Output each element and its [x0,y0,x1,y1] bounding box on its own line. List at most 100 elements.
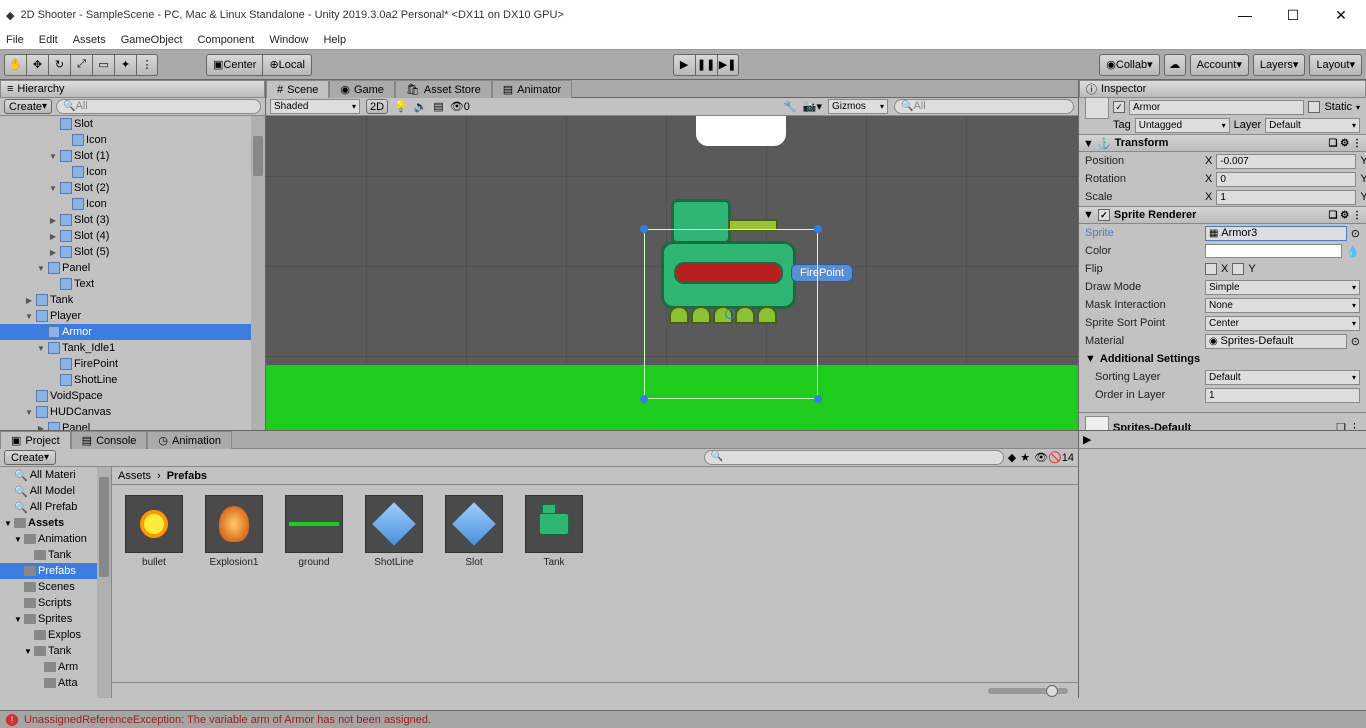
asset-item[interactable]: bullet [122,495,186,568]
tab-animator[interactable]: ▤ Animator [492,80,572,98]
folder-item[interactable]: Atta [0,675,111,691]
project-tree[interactable]: 🔍All Materi🔍All Model🔍All Prefab▼Assets▼… [0,467,112,698]
hand-tool[interactable]: ✋ [4,54,26,76]
fx-icon[interactable]: ▤ [433,100,443,113]
minimize-button[interactable]: — [1230,7,1260,23]
material-picker-icon[interactable]: ⊙ [1351,335,1360,348]
color-field[interactable] [1205,244,1342,258]
tab-game[interactable]: ◉ Game [329,80,395,98]
hierarchy-item[interactable]: Icon [0,196,265,212]
tab-project[interactable]: ▣ Project [0,431,71,449]
hierarchy-create[interactable]: Create ▾ [4,99,52,114]
sprite-field[interactable]: ▦ Armor3 [1205,226,1347,241]
flip-x[interactable] [1205,263,1217,275]
pos-x[interactable] [1216,154,1356,169]
zoom-slider[interactable] [988,688,1068,694]
maximize-button[interactable]: ☐ [1278,7,1308,24]
hierarchy-item[interactable]: ShotLine [0,372,265,388]
close-button[interactable]: ✕ [1326,7,1356,24]
hierarchy-item[interactable]: ▼Slot (2)> [0,180,265,196]
menu-help[interactable]: Help [323,34,346,46]
breadcrumb-assets[interactable]: Assets [118,470,151,482]
mask-interaction[interactable]: None [1205,298,1360,313]
folder-item[interactable]: Arm [0,659,111,675]
asset-item[interactable]: ground [282,495,346,568]
folder-item[interactable]: ▼Sprites [0,611,111,627]
hierarchy-item[interactable]: ▶Tank [0,292,265,308]
hierarchy-item[interactable]: ▼Player [0,308,265,324]
account-dropdown[interactable]: Account ▾ [1190,54,1249,76]
step-button[interactable]: ▶❚ [717,54,739,76]
menu-gameobject[interactable]: GameObject [121,34,183,46]
tab-scene[interactable]: # Scene [266,80,329,98]
folder-item[interactable]: ▼Tank [0,643,111,659]
project-search[interactable]: 🔍 [704,450,1004,465]
folder-item[interactable]: 🔍All Prefab [0,499,111,515]
color-picker-icon[interactable]: 💧 [1346,245,1360,258]
hierarchy-item[interactable]: ▶Slot (5)> [0,244,265,260]
audio-icon[interactable]: 🔊 [414,100,428,113]
asset-item[interactable]: Tank [522,495,586,568]
hierarchy-item[interactable]: ▶Slot (3)> [0,212,265,228]
folder-item[interactable]: 🔍All Model [0,483,111,499]
tab-console[interactable]: ▤ Console [71,431,148,449]
folder-item[interactable]: Scenes [0,579,111,595]
handle-br[interactable] [814,395,822,403]
static-checkbox[interactable] [1308,101,1320,113]
scene-viewport[interactable]: FirePoint [266,116,1078,430]
pivot-handle[interactable] [725,309,735,319]
folder-item[interactable]: 🔍All Materi [0,467,111,483]
hierarchy-tree[interactable]: Slot>Icon▼Slot (1)>Icon▼Slot (2)>Icon▶Sl… [0,116,265,430]
tool-icon[interactable]: 🔧 [783,100,797,113]
layers-dropdown[interactable]: Layers ▾ [1253,54,1306,76]
hierarchy-item[interactable]: ▼HUDCanvas [0,404,265,420]
filter-icon[interactable]: ◆ [1008,451,1016,464]
menu-window[interactable]: Window [269,34,308,46]
asset-item[interactable]: Slot [442,495,506,568]
inspector-header[interactable]: ⓘ Inspector [1079,80,1366,98]
folder-item[interactable]: Explos [0,627,111,643]
hierarchy-item[interactable]: Slot> [0,116,265,132]
tag-dropdown[interactable]: Untagged [1135,118,1230,133]
layout-dropdown[interactable]: Layout ▾ [1309,54,1362,76]
additional-settings[interactable]: Additional Settings [1100,353,1200,365]
move-tool[interactable]: ✥ [26,54,48,76]
menu-edit[interactable]: Edit [39,34,58,46]
asset-item[interactable]: ShotLine [362,495,426,568]
folder-item[interactable]: Prefabs [0,563,111,579]
hierarchy-item[interactable]: ▶Panel [0,420,265,430]
layer-dropdown[interactable]: Default [1265,118,1360,133]
hierarchy-scrollbar[interactable] [251,116,265,430]
folder-item[interactable]: Tank [0,547,111,563]
order-in-layer[interactable] [1205,388,1360,403]
hierarchy-item[interactable]: ▼Slot (1)> [0,148,265,164]
menu-assets[interactable]: Assets [73,34,106,46]
gizmos-dropdown[interactable]: Gizmos [828,99,888,114]
rot-x[interactable] [1216,172,1356,187]
transform-tool[interactable]: ✦ [114,54,136,76]
sort-point[interactable]: Center [1205,316,1360,331]
breadcrumb-prefabs[interactable]: Prefabs [167,470,207,482]
transform-menu-icon[interactable]: ❏ ⚙ ⋮ [1329,138,1363,149]
hierarchy-item[interactable]: Armor [0,324,265,340]
hierarchy-item[interactable]: Text [0,276,265,292]
rect-tool[interactable]: ▭ [92,54,114,76]
menu-component[interactable]: Component [197,34,254,46]
hierarchy-item[interactable]: ▶Slot (4)> [0,228,265,244]
tab-asset-store[interactable]: 🛍 Asset Store [395,80,492,98]
play-button[interactable]: ▶ [673,54,695,76]
project-create[interactable]: Create ▾ [4,450,56,465]
project-tree-scrollbar[interactable] [97,467,111,698]
hierarchy-search[interactable]: 🔍All [56,99,261,114]
scale-tool[interactable]: ⤢ [70,54,92,76]
pivot-local[interactable]: ⊕ Local [262,54,312,76]
hierarchy-item[interactable]: Icon [0,132,265,148]
draw-mode[interactable]: Simple [1205,280,1360,295]
pivot-center[interactable]: ▣ Center [206,54,262,76]
hierarchy-item[interactable]: VoidSpace [0,388,265,404]
sprite-menu-icon[interactable]: ❏ ⚙ ⋮ [1329,210,1363,221]
scene-search[interactable]: 🔍All [894,99,1074,114]
handle-tr[interactable] [814,225,822,233]
sprite-renderer-header[interactable]: ▼ ✓ Sprite Renderer❏ ⚙ ⋮ [1079,206,1366,224]
collab-dropdown[interactable]: ◉ Collab ▾ [1099,54,1159,76]
